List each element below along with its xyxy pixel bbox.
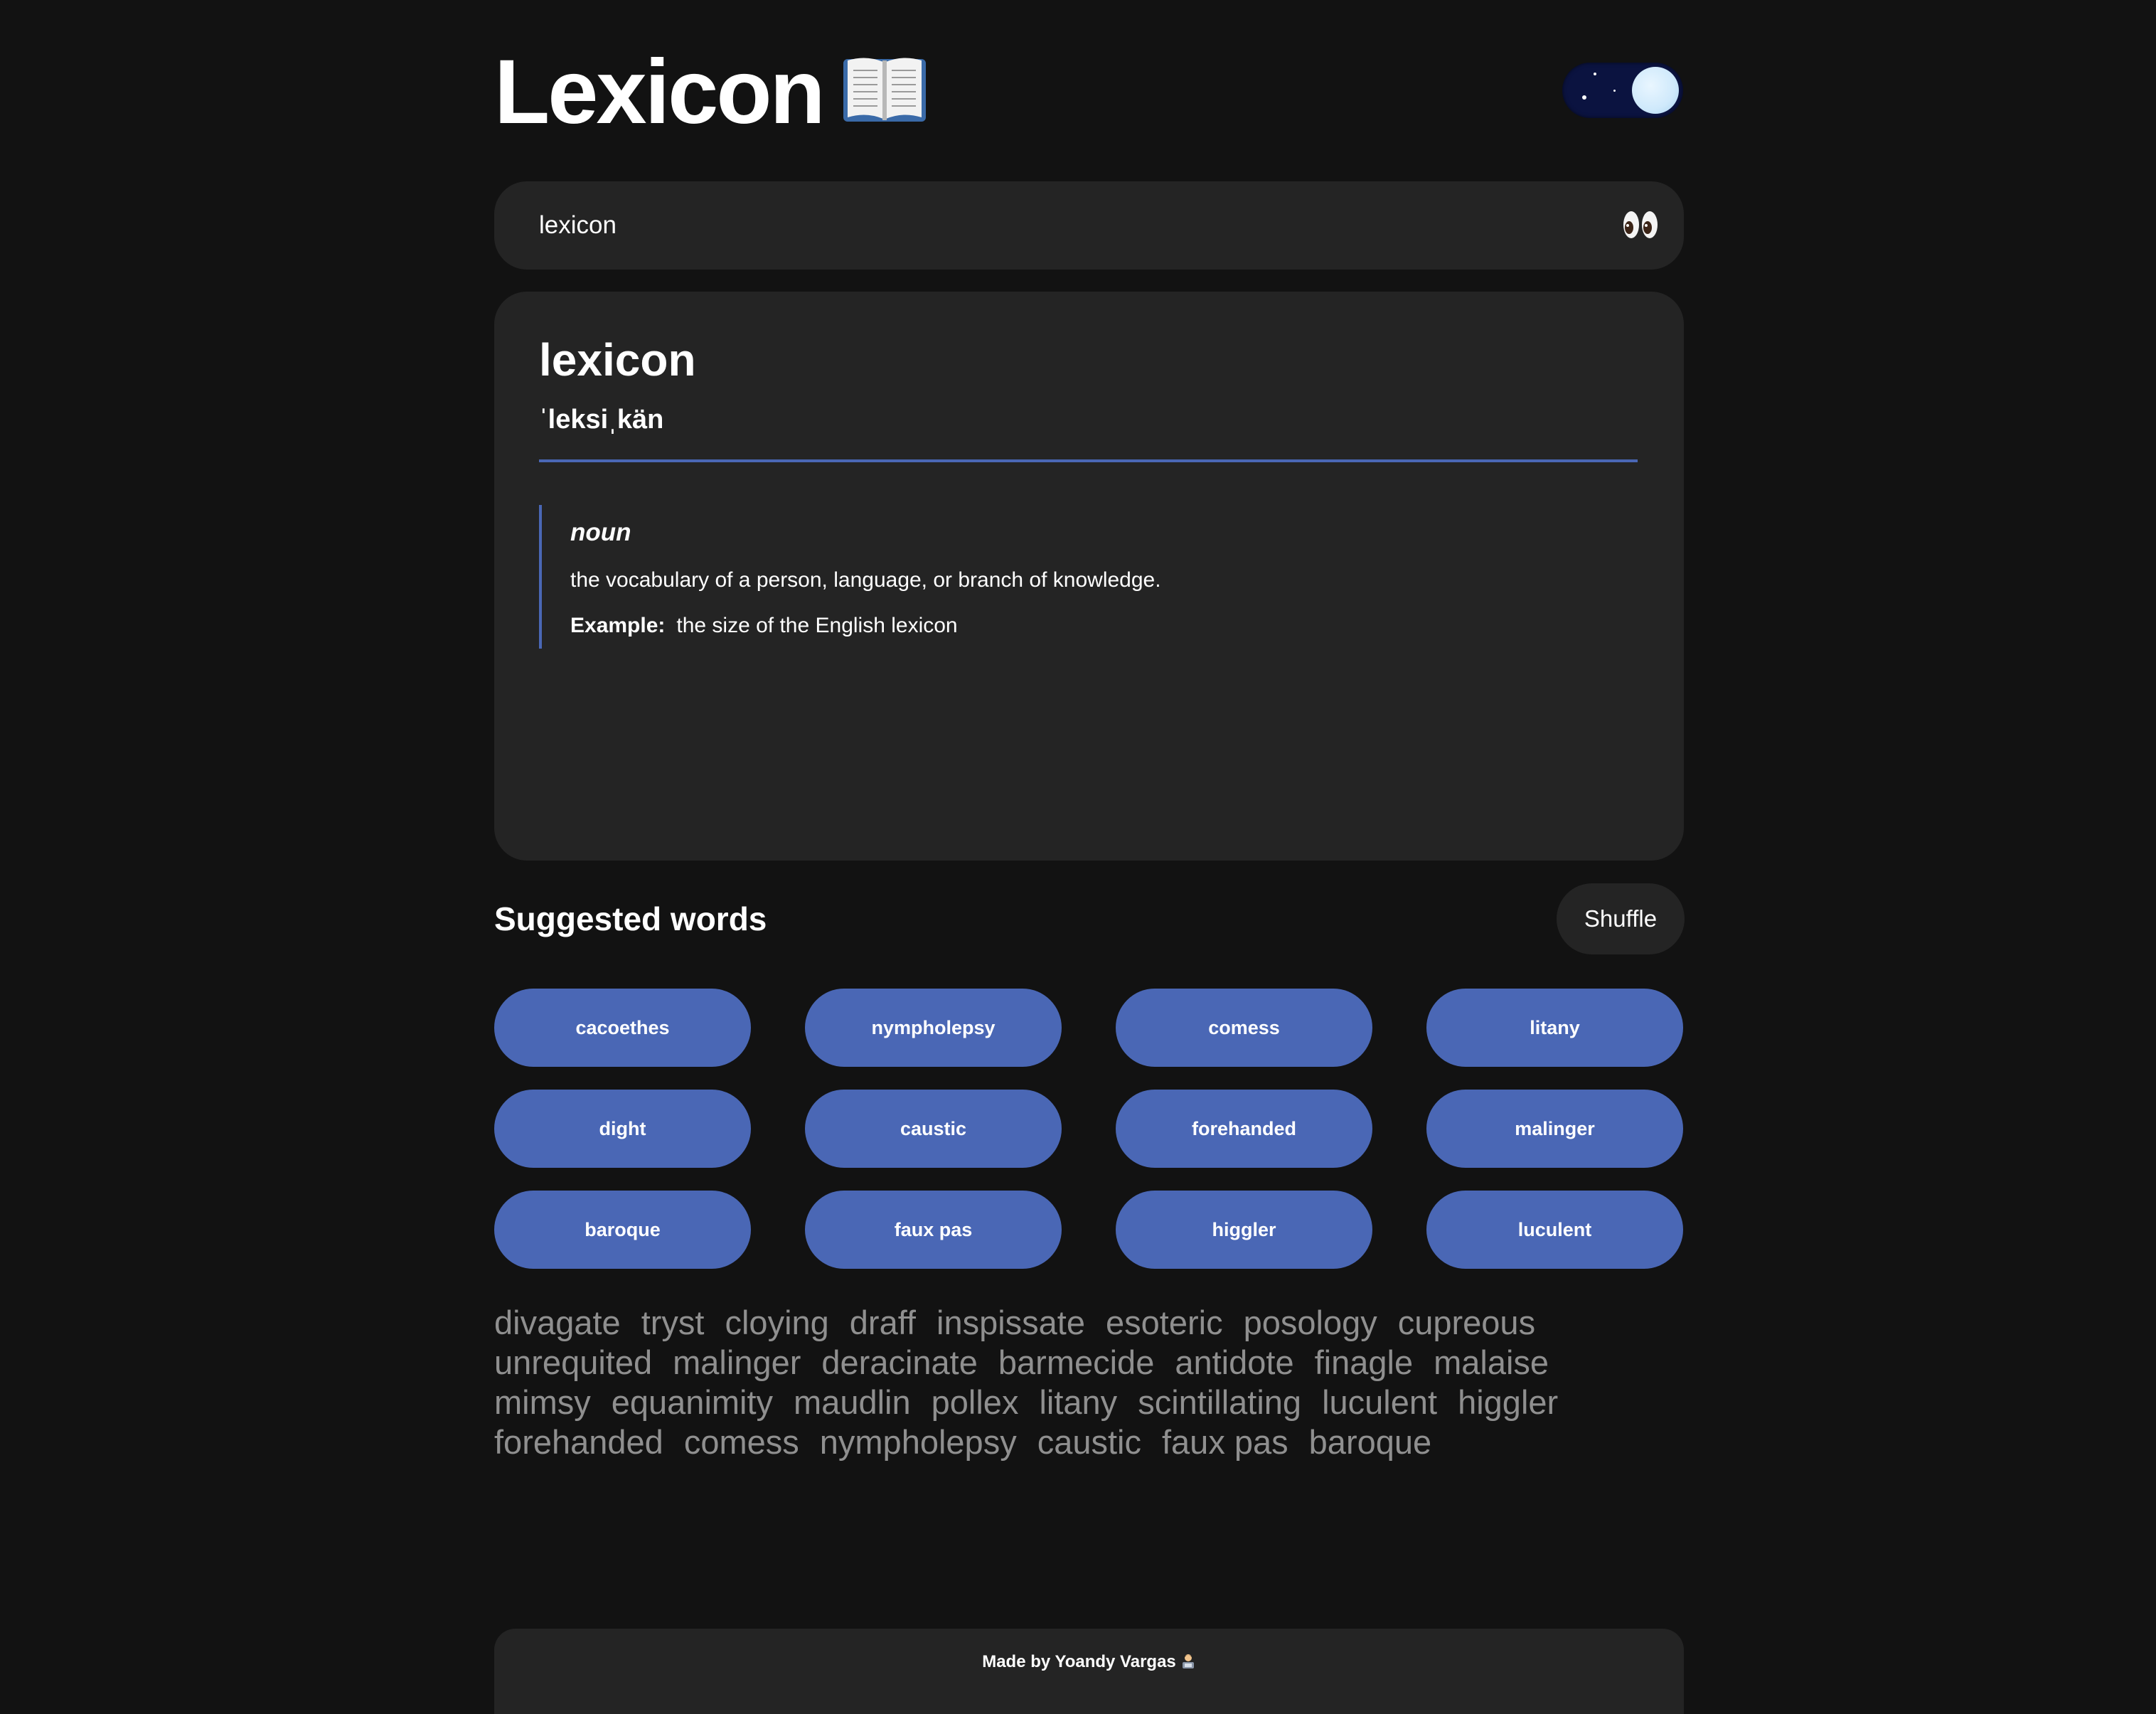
word-title: lexicon	[539, 334, 696, 385]
moon-icon	[1632, 67, 1679, 114]
definition-card: lexicon ˈleksiˌkän noun the vocabulary o…	[494, 292, 1684, 861]
suggested-word-button[interactable]: baroque	[494, 1191, 751, 1269]
cloud-word[interactable]: tryst	[641, 1303, 705, 1343]
suggested-word-button[interactable]: nympholepsy	[805, 989, 1062, 1067]
cloud-word[interactable]: luculent	[1322, 1383, 1437, 1422]
cloud-word[interactable]: pollex	[932, 1383, 1019, 1422]
cloud-word[interactable]: maudlin	[794, 1383, 911, 1422]
example-row: Example: the size of the English lexicon	[570, 612, 958, 640]
suggested-word-button[interactable]: dight	[494, 1090, 751, 1168]
suggested-word-button[interactable]: higgler	[1116, 1191, 1372, 1269]
suggested-title: Suggested words	[494, 900, 767, 937]
cloud-word[interactable]: barmecide	[998, 1343, 1154, 1383]
suggested-word-button[interactable]: luculent	[1426, 1191, 1683, 1269]
footer-text: Made by Yoandy Vargas	[494, 1650, 1684, 1674]
example-label: Example:	[570, 614, 666, 637]
cloud-word[interactable]: antidote	[1175, 1343, 1293, 1383]
suggested-word-button[interactable]: comess	[1116, 989, 1372, 1067]
footer-credit: Made by Yoandy Vargas	[982, 1652, 1176, 1671]
cloud-word[interactable]: equanimity	[612, 1383, 773, 1422]
suggested-word-button[interactable]: caustic	[805, 1090, 1062, 1168]
example-text: the size of the English lexicon	[676, 614, 958, 637]
cloud-word[interactable]: cloying	[725, 1303, 828, 1343]
theme-toggle[interactable]	[1562, 63, 1683, 118]
shuffle-button[interactable]: Shuffle	[1557, 883, 1685, 954]
cloud-word[interactable]: nympholepsy	[820, 1422, 1017, 1462]
cloud-word[interactable]: litany	[1039, 1383, 1117, 1422]
cloud-word[interactable]: posology	[1244, 1303, 1377, 1343]
cloud-word[interactable]: comess	[684, 1422, 799, 1462]
cloud-word[interactable]: forehanded	[494, 1422, 663, 1462]
word-cloud-row: mimsy equanimity maudlin pollex litany scinti…	[494, 1383, 1684, 1422]
search-input[interactable]	[539, 181, 1570, 270]
footer: Made by Yoandy Vargas	[494, 1629, 1684, 1714]
cloud-word[interactable]: scintillating	[1138, 1383, 1301, 1422]
open-book-icon	[843, 58, 926, 122]
eyes-icon[interactable]	[1623, 210, 1658, 240]
suggested-word-button[interactable]: malinger	[1426, 1090, 1683, 1168]
cloud-word[interactable]: inspissate	[936, 1303, 1085, 1343]
suggested-word-button[interactable]: forehanded	[1116, 1090, 1372, 1168]
cloud-word[interactable]: divagate	[494, 1303, 621, 1343]
word-cloud-row: forehanded comess nympholepsy caustic faux p…	[494, 1422, 1684, 1462]
word-cloud: divagate tryst cloying draff inspissate esote…	[494, 1303, 1684, 1462]
divider	[539, 459, 1638, 462]
cloud-word[interactable]: faux pas	[1162, 1422, 1288, 1462]
cloud-word[interactable]: caustic	[1037, 1422, 1141, 1462]
technologist-icon	[1182, 1654, 1194, 1668]
cloud-word[interactable]: esoteric	[1106, 1303, 1223, 1343]
definition-text: the vocabulary of a person, language, or…	[570, 568, 1161, 592]
cloud-word[interactable]: higgler	[1458, 1383, 1558, 1422]
cloud-word[interactable]: deracinate	[821, 1343, 978, 1383]
cloud-word[interactable]: draff	[850, 1303, 916, 1343]
header: Lexicon	[494, 39, 1684, 146]
app-title: Lexicon	[494, 41, 826, 143]
cloud-word[interactable]: mimsy	[494, 1383, 591, 1422]
suggested-word-button[interactable]: faux pas	[805, 1191, 1062, 1269]
phonetic: ˈleksiˌkän	[539, 405, 664, 435]
page: Lexicon lexicon lexicon ˈleksiˌkän noun …	[494, 0, 1685, 1714]
word-cloud-row: divagate tryst cloying draff inspissate esote…	[494, 1303, 1684, 1343]
search-bar	[494, 181, 1684, 270]
cloud-word[interactable]: cupreous	[1398, 1303, 1535, 1343]
meaning-block: noun the vocabulary of a person, languag…	[539, 505, 1640, 649]
cloud-word[interactable]: finagle	[1315, 1343, 1414, 1383]
cloud-word[interactable]: unrequited	[494, 1343, 652, 1383]
suggested-word-button[interactable]: cacoethes	[494, 989, 751, 1067]
star-icon	[1613, 90, 1616, 92]
cloud-word[interactable]: malaise	[1434, 1343, 1549, 1383]
suggested-word-button[interactable]: litany	[1426, 989, 1683, 1067]
cloud-word[interactable]: malinger	[673, 1343, 801, 1383]
part-of-speech: noun	[570, 518, 631, 546]
cloud-word[interactable]: baroque	[1309, 1422, 1432, 1462]
star-icon	[1594, 73, 1596, 75]
word-cloud-row: unrequited malinger deracinate barmecide ant…	[494, 1343, 1684, 1383]
star-icon	[1582, 95, 1586, 100]
